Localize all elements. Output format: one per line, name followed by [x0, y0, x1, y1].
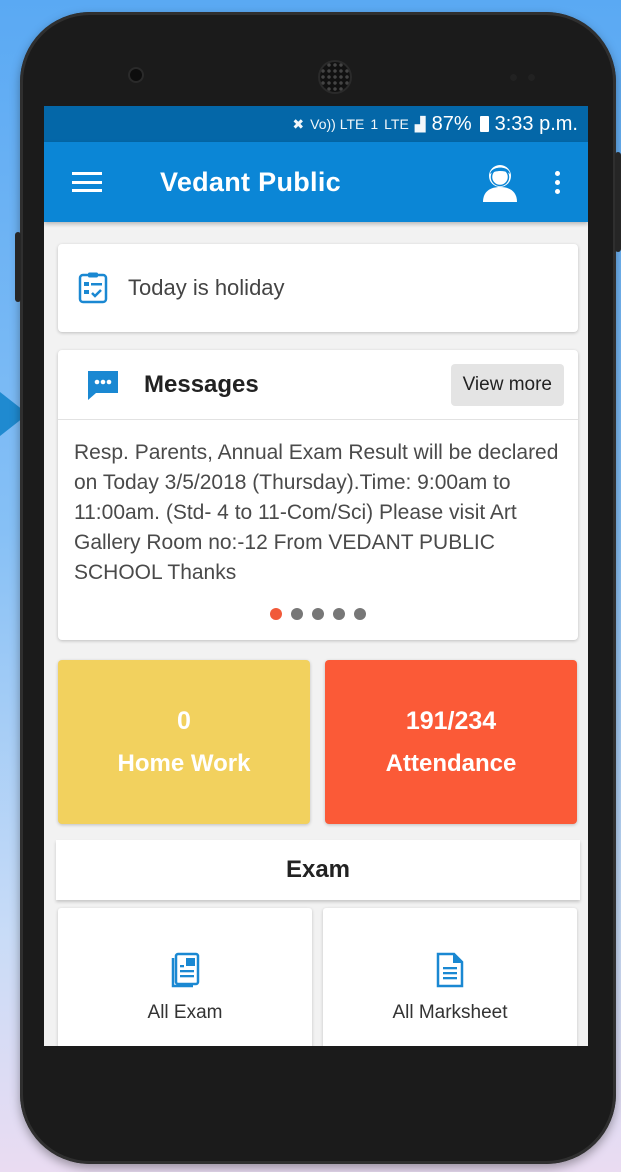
all-marksheet-button[interactable]: All Marksheet	[323, 908, 577, 1046]
battery-percent: 87%	[431, 112, 472, 135]
user-avatar-icon[interactable]	[479, 161, 521, 203]
message-text: Resp. Parents, Annual Exam Result will b…	[74, 441, 559, 584]
all-exam-button[interactable]: All Exam	[58, 908, 312, 1046]
carousel-indicator	[58, 608, 578, 620]
all-marksheet-label: All Marksheet	[392, 1002, 508, 1023]
battery-icon	[479, 116, 489, 132]
attendance-label: Attendance	[385, 749, 517, 777]
earpiece-speaker	[320, 62, 350, 92]
attendance-tile[interactable]: 191/234 Attendance	[325, 660, 577, 824]
lte-icon: LTE	[384, 116, 409, 132]
carousel-dot[interactable]	[354, 608, 366, 620]
carousel-dot[interactable]	[333, 608, 345, 620]
hamburger-menu-icon[interactable]	[72, 172, 102, 192]
phone-power-button	[615, 152, 621, 252]
messages-title: Messages	[144, 370, 259, 398]
chat-bubble-icon	[88, 370, 118, 400]
status-bar: ✖ Vo)) LTE 1 LTE ▟ 87% 3:33 p.m.	[44, 106, 588, 142]
messages-header: Messages View more	[58, 350, 578, 420]
carousel-dot[interactable]	[312, 608, 324, 620]
carousel-dot[interactable]	[270, 608, 282, 620]
light-sensor	[528, 74, 535, 81]
volte-icon: Vo)) LTE	[310, 116, 365, 132]
front-camera	[130, 69, 142, 81]
mute-icon: ✖	[292, 115, 305, 132]
homework-label: Home Work	[117, 749, 251, 777]
carousel-dot[interactable]	[291, 608, 303, 620]
app-title: Vedant Public	[160, 166, 341, 197]
homework-count: 0	[177, 706, 191, 735]
all-exam-label: All Exam	[147, 1002, 223, 1023]
signal-icon: ▟	[414, 115, 426, 132]
checklist-icon	[78, 272, 108, 304]
sim-icon: 1	[370, 116, 379, 132]
exam-section-title: Exam	[56, 840, 580, 900]
app-screen: ✖ Vo)) LTE 1 LTE ▟ 87% 3:33 p.m. Vedant …	[44, 106, 588, 1046]
messages-card: Messages View more Resp. Parents, Annual…	[58, 350, 578, 640]
more-vertical-icon[interactable]	[551, 170, 564, 194]
document-icon	[436, 952, 464, 988]
view-more-button[interactable]: View more	[450, 363, 564, 406]
homework-tile[interactable]: 0 Home Work	[58, 660, 310, 824]
app-bar: Vedant Public	[44, 142, 588, 222]
holiday-card: Today is holiday	[58, 244, 578, 332]
clock: 3:33 p.m.	[494, 112, 578, 135]
attendance-count: 191/234	[405, 706, 497, 735]
holiday-text: Today is holiday	[128, 275, 285, 300]
proximity-sensor	[510, 74, 517, 81]
phone-volume-button	[15, 232, 21, 302]
exam-sheet-icon	[171, 952, 200, 988]
